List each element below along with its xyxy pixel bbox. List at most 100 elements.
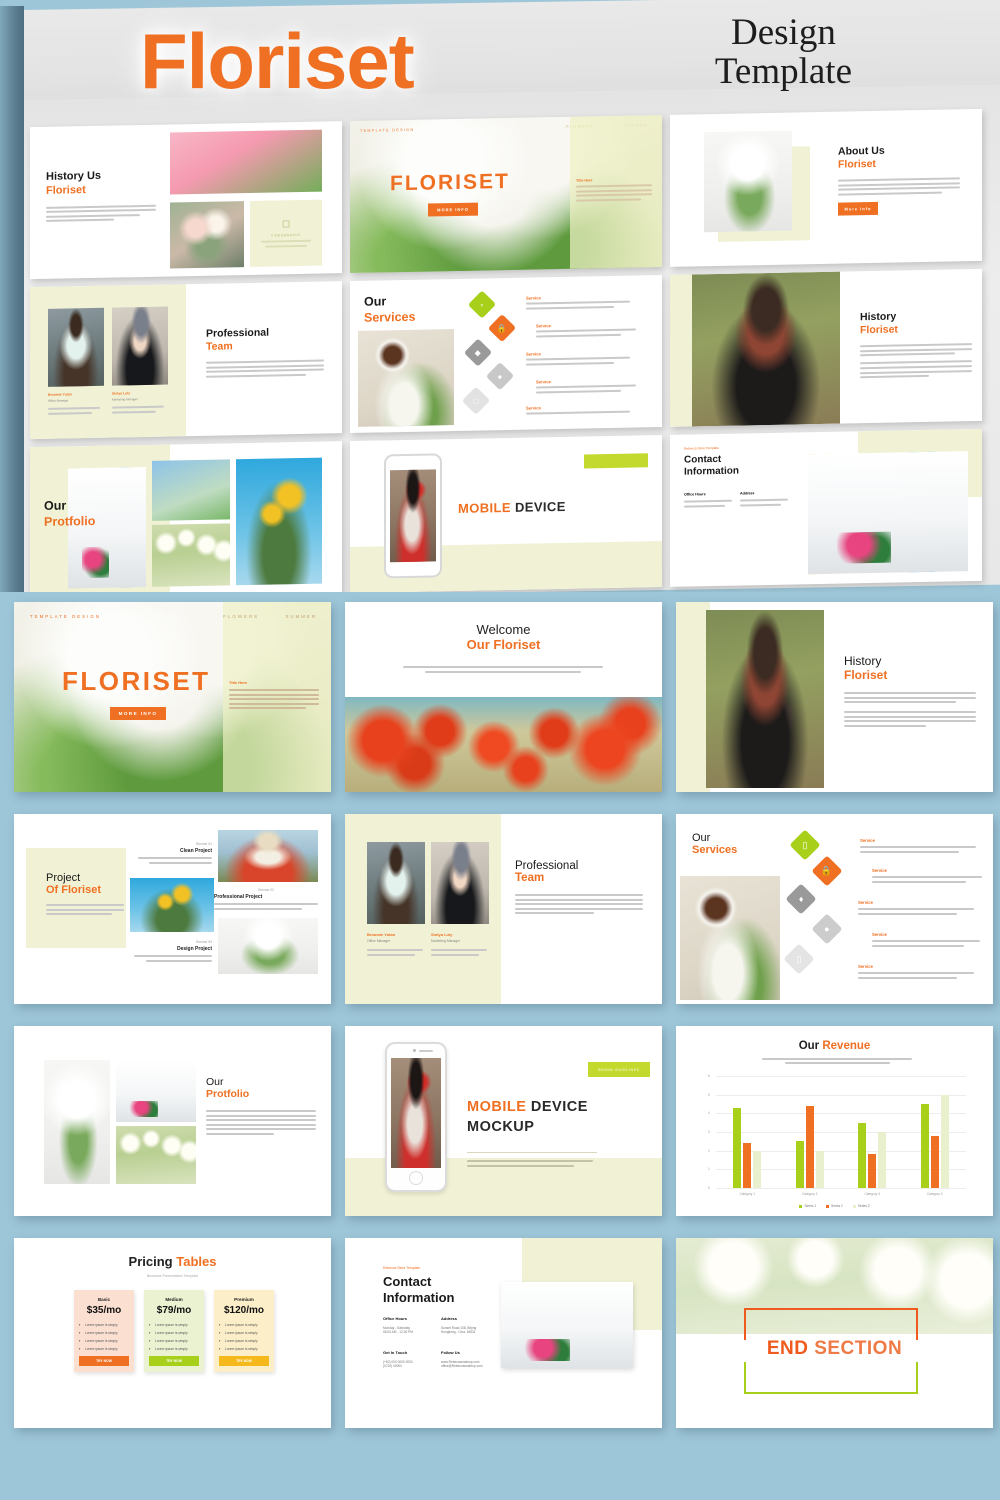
photo-poppy-field — [345, 697, 662, 792]
chart-y-tick: 0 — [708, 1186, 710, 1190]
pricing-title: Pricing Tables — [128, 1254, 217, 1269]
location-pin-icon[interactable]: ● — [811, 913, 843, 945]
welcome-line1: Welcome — [476, 622, 531, 637]
monitor-icon[interactable]: ▯ — [783, 943, 815, 975]
chart-y-tick: 1 — [708, 1167, 710, 1172]
chart-bar — [868, 1154, 877, 1188]
mobile-title-preview: MOBILE DEVICE — [458, 498, 566, 516]
try-now-button[interactable]: TRY NOW — [79, 1356, 129, 1366]
video-camera-icon: ☐ — [281, 219, 291, 230]
diamond-icon[interactable]: ♦ — [785, 883, 817, 915]
slide-mobile-mockup[interactable]: BRAND GUIDLINES MOBILE DEVICE MOCKUP — [345, 1026, 662, 1216]
end-bracket-top — [744, 1308, 918, 1340]
title-headline: FLORISET — [62, 666, 211, 696]
phone-camera-icon — [413, 1049, 416, 1052]
pricing-plan-price: $120/mo — [223, 1305, 265, 1316]
legend-label: Series 3 — [857, 1204, 870, 1208]
service-label: Service — [536, 379, 551, 385]
pricing-card[interactable]: Medium $79/mo Lorem ipsum is simply Lorem i… — [144, 1290, 204, 1372]
photo-hat-girl — [218, 830, 318, 882]
service-label: Service — [526, 295, 541, 301]
preview-slide-team[interactable]: Broomie Yutan Office Manager Sintya Luly… — [30, 281, 342, 440]
chart-bar — [743, 1143, 752, 1188]
pricing-card[interactable]: Basic $35/mo Lorem ipsum is simply Lorem ip… — [74, 1290, 134, 1372]
preview-row: Our Protfolio MOBILE DEVICE Rebecca Store… — [18, 428, 998, 592]
more-info-button[interactable]: MORE INFO — [110, 707, 166, 720]
welcome-line2: Our Floriset — [466, 637, 541, 652]
team-line1: Professional — [515, 860, 579, 872]
legend-swatch — [799, 1204, 803, 1208]
slide-title[interactable]: TEMPLATE DESIGN FLOWERS SUMMER FLORISET … — [14, 602, 331, 792]
chart-legend-item: Series 2 — [826, 1204, 843, 1208]
pricing-feature: Lorem ipsum is simply — [219, 1322, 269, 1327]
preview-slide-title[interactable]: TEMPLATE DESIGN FLOWERS SUMMER FLORISET … — [350, 115, 662, 274]
try-now-button[interactable]: TRY NOW — [219, 1356, 269, 1366]
photo-white-bouquet — [44, 1060, 110, 1184]
preview-slide-history-us[interactable]: History Us Floriset ☐ VIDEOGRAPHY — [30, 121, 342, 280]
preview-slide-mobile[interactable]: MOBILE DEVICE — [350, 435, 662, 592]
preview-slide-services[interactable]: Our Services ▫ 🔒 ◆ ● □ Service Service Se… — [350, 275, 662, 434]
pricing-plan-name: Premium — [234, 1297, 254, 1302]
try-now-button[interactable]: TRY NOW — [149, 1356, 199, 1366]
contact-title: Contact Information — [383, 1274, 455, 1306]
slide-pricing[interactable]: Pricing Tables Business Presentation Tem… — [14, 1238, 331, 1428]
revenue-subtitle — [762, 1058, 912, 1064]
revenue-title: Our Revenue — [798, 1040, 871, 1052]
photo-coffee-tulips — [680, 876, 780, 1000]
project-line1: Project — [46, 872, 81, 884]
preview-slide-history[interactable]: History Floriset — [670, 268, 982, 427]
preview-slide-about[interactable]: About Us Floriset More Info — [670, 108, 982, 267]
slide-end[interactable]: END SECTION — [676, 1238, 993, 1428]
photo-team-member-2 — [431, 842, 489, 924]
nav-summer[interactable]: SUMMER — [285, 614, 317, 619]
title-headline: FLORISET — [390, 169, 510, 196]
preview-slide-portfolio[interactable]: Our Protfolio — [30, 441, 342, 592]
team-member-1-role: Office Manager — [48, 398, 69, 403]
pricing-feature: Lorem ipsum is simply — [219, 1346, 269, 1351]
slide-revenue[interactable]: Our Revenue 0 1 2 3 4 5 6 Category 1 Category 2 C… — [676, 1026, 993, 1216]
slide-services[interactable]: Our Services ▯ 🔒 ♦ ● ▯ Service Service S… — [676, 814, 993, 1004]
services-title: Our Services — [364, 294, 416, 325]
portfolio-line2: Protfolio — [206, 1088, 250, 1100]
legend-swatch — [852, 1204, 856, 1208]
chart-bar — [930, 1135, 939, 1188]
photo-white-peony — [218, 918, 318, 974]
pricing-card[interactable]: Premium $120/mo Lorem ipsum is simply Lorem… — [214, 1290, 274, 1372]
about-title: About Us Floriset — [838, 144, 885, 171]
slide-preview-grid: History Us Floriset ☐ VIDEOGRAPHY TEMPLAT… — [18, 108, 998, 592]
gallery-row: Pricing Tables Business Presentation Tem… — [14, 1238, 993, 1428]
welcome-body — [403, 666, 603, 673]
pricing-plan-price: $79/mo — [156, 1305, 192, 1316]
portfolio-line1: Our — [206, 1076, 224, 1088]
chart-bar — [733, 1107, 742, 1188]
about-more-info-button[interactable]: More Info — [838, 201, 878, 216]
slide-portfolio[interactable]: Our Protfolio — [14, 1026, 331, 1216]
chart-y-tick: 3 — [708, 1130, 710, 1134]
pricing-feature: Lorem ipsum is simply — [79, 1330, 129, 1335]
service-4-label: Service — [872, 932, 887, 937]
slide-project[interactable]: Project Of Floriset Service 01 Clean Pro… — [14, 814, 331, 1004]
phone-frame — [385, 1042, 447, 1192]
tag-icon[interactable]: ▯ — [789, 829, 821, 861]
nav-flowers[interactable]: FLOWERS — [223, 614, 259, 619]
legend-label: Series 2 — [831, 1204, 843, 1208]
chart-bar — [815, 1150, 824, 1188]
office-hours-heading: Office Hours — [383, 1316, 408, 1321]
pricing-feature: Lorem ipsum is simply — [219, 1338, 269, 1343]
service-3-label: Service — [858, 900, 873, 905]
service-label: Service — [526, 351, 541, 357]
slide-contact[interactable]: Rebecca Store Template Contact Informati… — [345, 1238, 662, 1428]
slide-gallery: TEMPLATE DESIGN FLOWERS SUMMER FLORISET … — [0, 592, 1000, 1466]
slide-welcome[interactable]: Welcome Our Floriset — [345, 602, 662, 792]
chart-legend-item: Series 3 — [852, 1204, 870, 1208]
more-info-button[interactable]: MORE INFO — [428, 202, 478, 217]
lock-icon[interactable]: 🔒 — [811, 855, 843, 887]
contact-eyebrow: Rebecca Store Template — [383, 1266, 421, 1270]
history-us-title: History Us Floriset — [46, 169, 102, 197]
slide-history[interactable]: History Floriset — [676, 602, 993, 792]
slide-team[interactable]: Broomie Yutan Office Manager Sintya Luly… — [345, 814, 662, 1004]
office-hours-heading-preview: Office Hours — [684, 492, 706, 497]
chart-bar — [795, 1141, 804, 1188]
preview-slide-contact[interactable]: Rebecca Store Template Contact Informatio… — [670, 428, 982, 587]
hero-banner: Floriset Design Template History Us Flori… — [0, 0, 1000, 592]
